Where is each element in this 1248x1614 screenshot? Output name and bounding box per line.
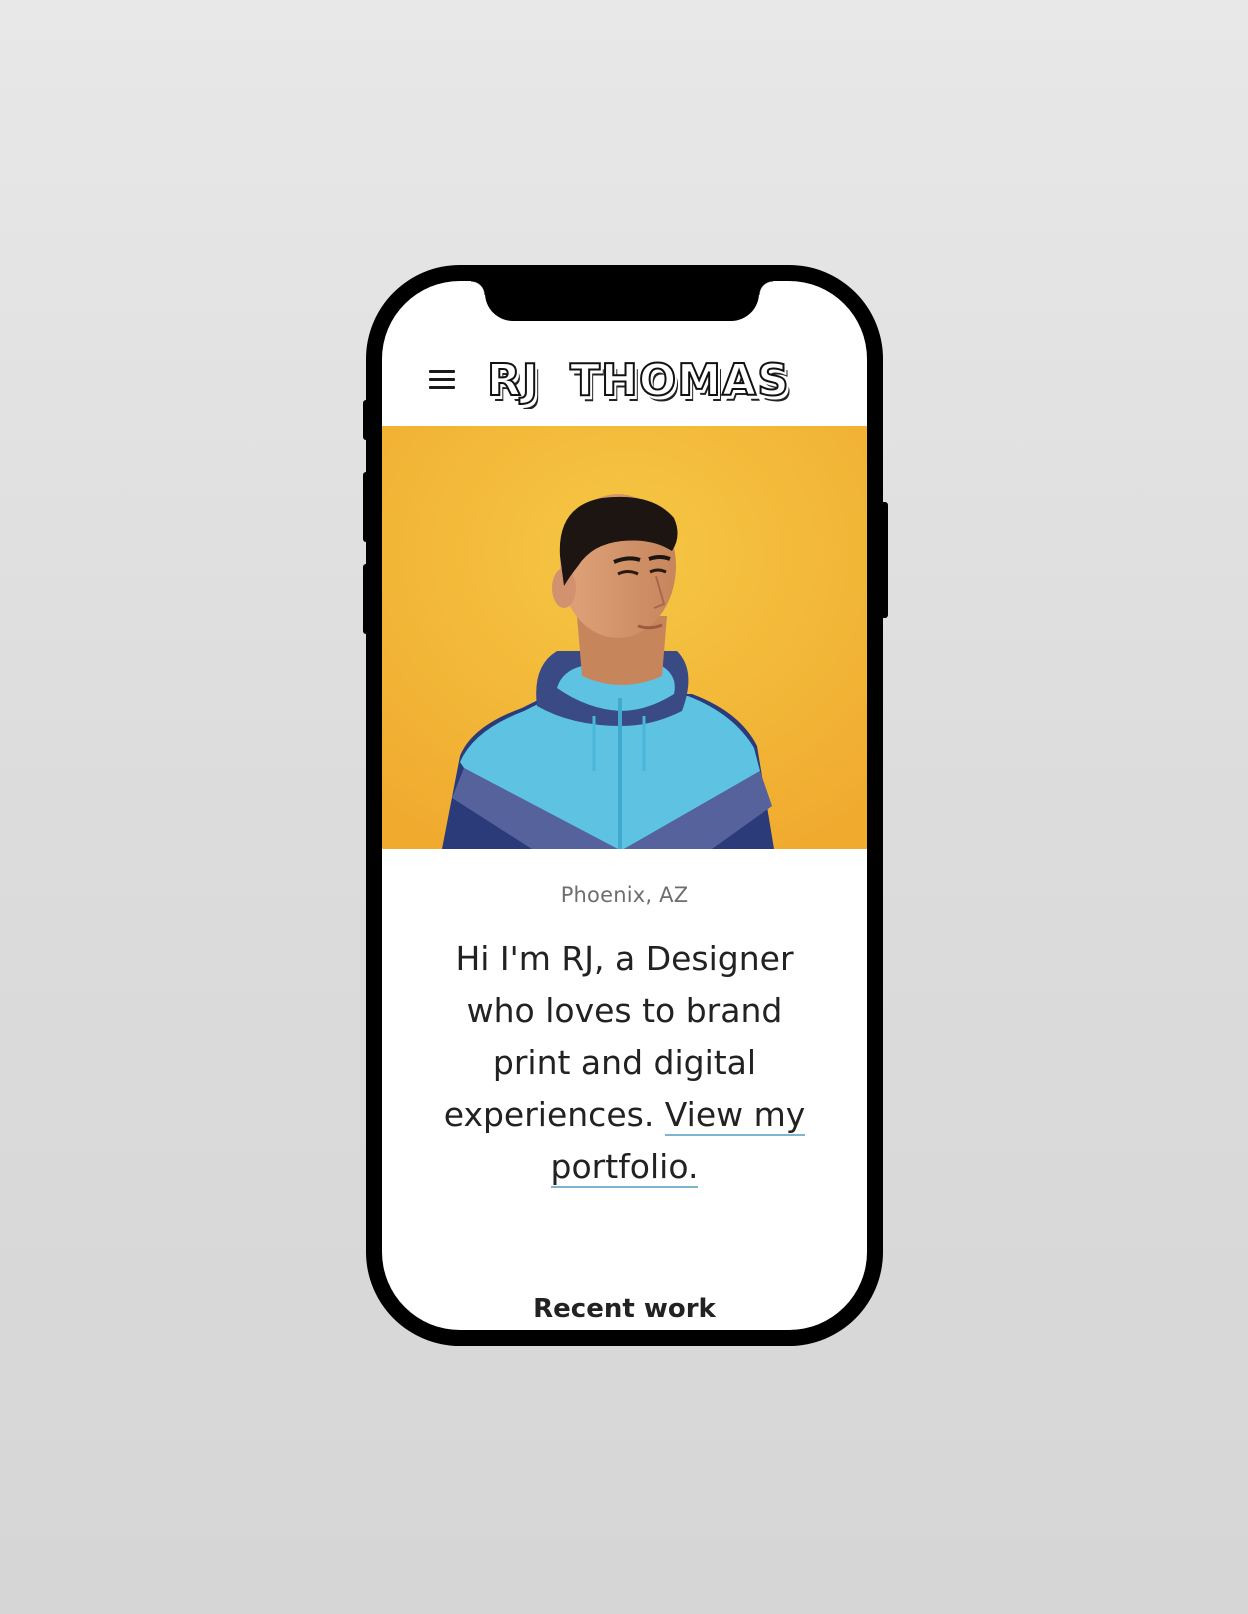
recent-work-heading: Recent work (533, 1294, 716, 1324)
site-logo[interactable]: RJ THOMAS RJ THOMAS RJ THOMAS (485, 351, 805, 412)
phone-frame: RJ THOMAS RJ THOMAS RJ THOMAS Phoenix, A… (366, 265, 883, 1346)
hamburger-menu-icon[interactable] (429, 370, 455, 390)
phone-screen: RJ THOMAS RJ THOMAS RJ THOMAS Phoenix, A… (382, 281, 867, 1330)
svg-text:RJ: RJ (487, 355, 539, 406)
intro-text: Hi I'm RJ, a Designer who loves to brand… (425, 933, 825, 1193)
location-label: Phoenix, AZ (560, 883, 689, 907)
intro-section: Phoenix, AZ Hi I'm RJ, a Designer who lo… (382, 849, 867, 1193)
hero-portrait-image (382, 426, 867, 849)
phone-notch (471, 281, 773, 321)
svg-text:THOMAS: THOMAS (570, 355, 790, 406)
site-header: RJ THOMAS RJ THOMAS RJ THOMAS (382, 321, 867, 426)
